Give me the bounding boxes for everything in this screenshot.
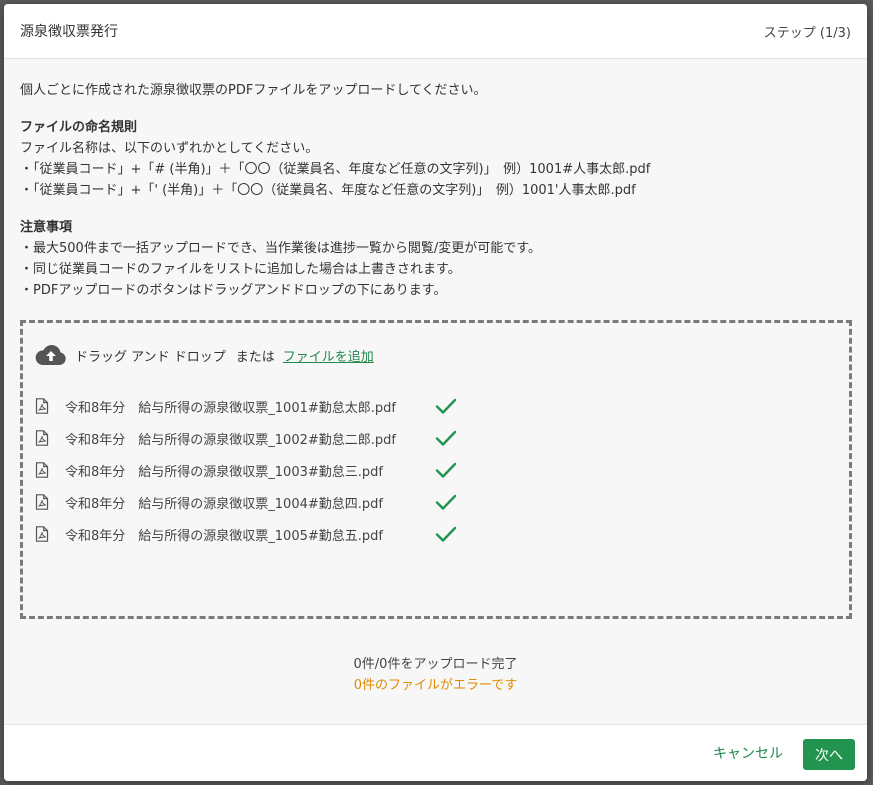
file-name: 令和8年分 給与所得の源泉徴収票_1004#勤怠四.pdf [65,496,383,512]
add-file-link[interactable]: ファイルを追加 [283,346,374,365]
file-row: 令和8年分 給与所得の源泉徴収票_1001#勤怠太郎.pdf [35,390,457,422]
upload-progress-text: 0件/0件をアップロード完了 [353,657,518,672]
check-icon [435,462,457,478]
file-row: 令和8年分 給与所得の源泉徴収票_1004#勤怠四.pdf [35,486,457,518]
modal-header: 源泉徴収票発行 ステップ (1/3) [4,4,867,59]
file-row: 令和8年分 給与所得の源泉徴収票_1005#勤怠五.pdf [35,518,457,550]
upload-modal: 源泉徴収票発行 ステップ (1/3) 個人ごとに作成された源泉徴収票のPDFファ… [4,4,867,781]
check-icon [435,526,457,542]
upload-error-text: 0件のファイルがエラーです [353,678,518,693]
notes-section: 注意事項 ・最大500件まで一括アップロードでき、当作業後は進捗一覧から閲覧/変… [20,217,851,301]
file-name: 令和8年分 給与所得の源泉徴収票_1002#勤怠二郎.pdf [65,432,396,448]
pdf-file-icon [35,430,49,446]
modal-footer: キャンセル 次へ [4,724,867,781]
check-icon [435,430,457,446]
file-name: 令和8年分 給与所得の源泉徴収票_1005#勤怠五.pdf [65,528,383,544]
step-indicator: ステップ (1/3) [763,25,851,41]
intro-text: 個人ごとに作成された源泉徴収票のPDFファイルをアップロードしてください。 [20,83,487,98]
file-list: 令和8年分 給与所得の源泉徴収票_1001#勤怠太郎.pdf 令和8年分 給与所… [35,390,457,550]
naming-rule-line: ・「従業員コード」+「# (半角)」＋「〇〇（従業員名、年度など任意の文字列)」… [20,162,651,177]
file-name: 令和8年分 給与所得の源泉徴収票_1001#勤怠太郎.pdf [65,400,396,416]
pdf-file-icon [35,462,49,478]
dropzone-prompt: ドラッグ アンド ドロップ [75,349,226,365]
next-button[interactable]: 次へ [803,739,855,770]
file-name: 令和8年分 給与所得の源泉徴収票_1003#勤怠三.pdf [65,464,383,480]
naming-rules-section: ファイルの命名規則 ファイル名称は、以下のいずれかとしてください。 ・「従業員コ… [20,117,851,201]
naming-rules-title: ファイルの命名規則 [20,120,138,135]
file-row: 令和8年分 給与所得の源泉徴収票_1003#勤怠三.pdf [35,454,457,486]
notes-title: 注意事項 [20,220,73,235]
dropzone-or: または [235,349,275,365]
dropzone-header: ドラッグ アンド ドロップ または ファイルを追加 [35,343,374,367]
pdf-file-icon [35,526,49,542]
note-line: ・同じ従業員コードのファイルをリストに追加した場合は上書きされます。 [20,262,461,277]
modal-body: 個人ごとに作成された源泉徴収票のPDFファイルをアップロードしてください。 ファ… [4,59,867,301]
pdf-file-icon [35,398,49,414]
naming-rule-line: ファイル名称は、以下のいずれかとしてください。 [20,141,319,156]
file-dropzone[interactable]: ドラッグ アンド ドロップ または ファイルを追加 令和8年分 給与所得の源泉徴… [20,320,852,619]
modal-title: 源泉徴収票発行 [20,24,118,40]
note-line: ・PDFアップロードのボタンはドラッグアンドドロップの下にあります。 [20,283,447,298]
cloud-upload-icon [35,345,66,365]
cancel-button[interactable]: キャンセル [713,743,783,763]
naming-rule-line: ・「従業員コード」+「' (半角)」＋「〇〇（従業員名、年度など任意の文字列)」… [20,183,636,198]
file-row: 令和8年分 給与所得の源泉徴収票_1002#勤怠二郎.pdf [35,422,457,454]
check-icon [435,494,457,510]
check-icon [435,398,457,414]
note-line: ・最大500件まで一括アップロードでき、当作業後は進捗一覧から閲覧/変更が可能で… [20,241,541,256]
pdf-file-icon [35,494,49,510]
